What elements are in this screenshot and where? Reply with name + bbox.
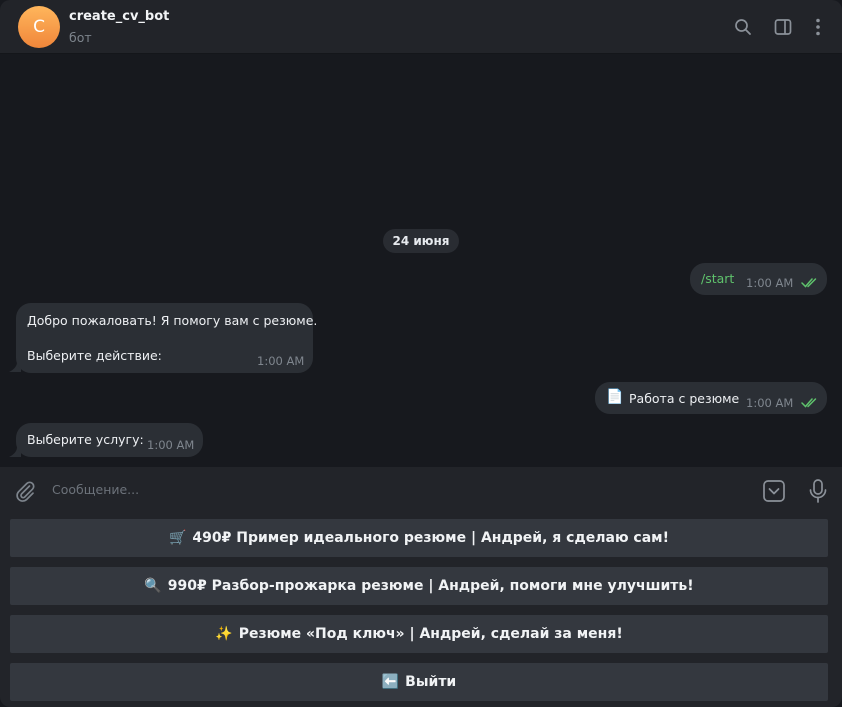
read-checkmarks-icon [801, 398, 817, 408]
date-separator: 24 июня [383, 229, 459, 253]
message-text: Выберите услугу: [27, 432, 144, 447]
avatar[interactable]: C [18, 6, 60, 48]
keyboard-button-exit[interactable]: ⬅️ Выйти [10, 663, 828, 701]
message-text-line: Добро пожаловать! Я помогу вам с резюме. [27, 313, 318, 328]
message-time: 1:00 AM [257, 354, 305, 368]
sparkles-icon: ✨ [215, 626, 233, 642]
microphone-icon[interactable] [806, 478, 830, 504]
keyboard-toggle-icon[interactable] [762, 479, 786, 503]
attach-icon[interactable] [13, 479, 37, 503]
message-outgoing[interactable]: 📄 Работа с резюме 1:00 AM [595, 382, 827, 414]
search-icon[interactable] [733, 17, 753, 37]
command-link[interactable]: /start [701, 271, 734, 286]
side-panel-icon[interactable] [773, 17, 793, 37]
keyboard-button-review-cv[interactable]: 🔍 990₽ Разбор-прожарка резюме | Андрей, … [10, 567, 828, 605]
keyboard-button-label: 490₽ Пример идеального резюме | Андрей, … [192, 530, 670, 546]
magnifier-icon: 🔍 [144, 578, 162, 594]
message-time: 1:00 AM [746, 396, 794, 410]
chat-title[interactable]: create_cv_bot [69, 9, 169, 24]
keyboard-button-label: 990₽ Разбор-прожарка резюме | Андрей, по… [167, 578, 694, 594]
message-text: Работа с резюме [629, 391, 740, 406]
keyboard-button-label: Выйти [405, 674, 457, 690]
message-composer: Сообщение... [0, 467, 842, 513]
cart-icon: 🛒 [168, 530, 187, 546]
message-time: 1:00 AM [147, 438, 195, 452]
message-incoming[interactable]: Добро пожаловать! Я помогу вам с резюме.… [16, 303, 317, 373]
message-incoming[interactable]: Выберите услугу: 1:00 AM [16, 423, 203, 457]
message-text-line: Выберите действие: [27, 348, 162, 363]
telegram-window: C create_cv_bot бот 24 июня /start 1:00 … [0, 0, 842, 707]
chat-subtitle: бот [69, 30, 92, 45]
chat-header: C create_cv_bot бот [0, 0, 842, 54]
document-emoji: 📄 [606, 389, 624, 405]
avatar-letter: C [33, 17, 45, 37]
keyboard-button-turnkey-cv[interactable]: ✨ Резюме «Под ключ» | Андрей, сделай за … [10, 615, 828, 653]
message-input[interactable]: Сообщение... [52, 482, 139, 497]
message-time: 1:00 AM [746, 276, 794, 290]
more-icon[interactable] [808, 17, 828, 37]
read-checkmarks-icon [801, 278, 817, 288]
keyboard-button-label: Резюме «Под ключ» | Андрей, сделай за ме… [238, 626, 623, 642]
keyboard-button-example-cv[interactable]: 🛒 490₽ Пример идеального резюме | Андрей… [10, 519, 828, 557]
message-list[interactable]: 24 июня /start 1:00 AM Добро пожаловать!… [0, 54, 842, 467]
back-arrow-icon: ⬅️ [381, 674, 400, 690]
bot-keyboard: 🛒 490₽ Пример идеального резюме | Андрей… [0, 513, 842, 707]
message-outgoing[interactable]: /start 1:00 AM [690, 263, 827, 295]
